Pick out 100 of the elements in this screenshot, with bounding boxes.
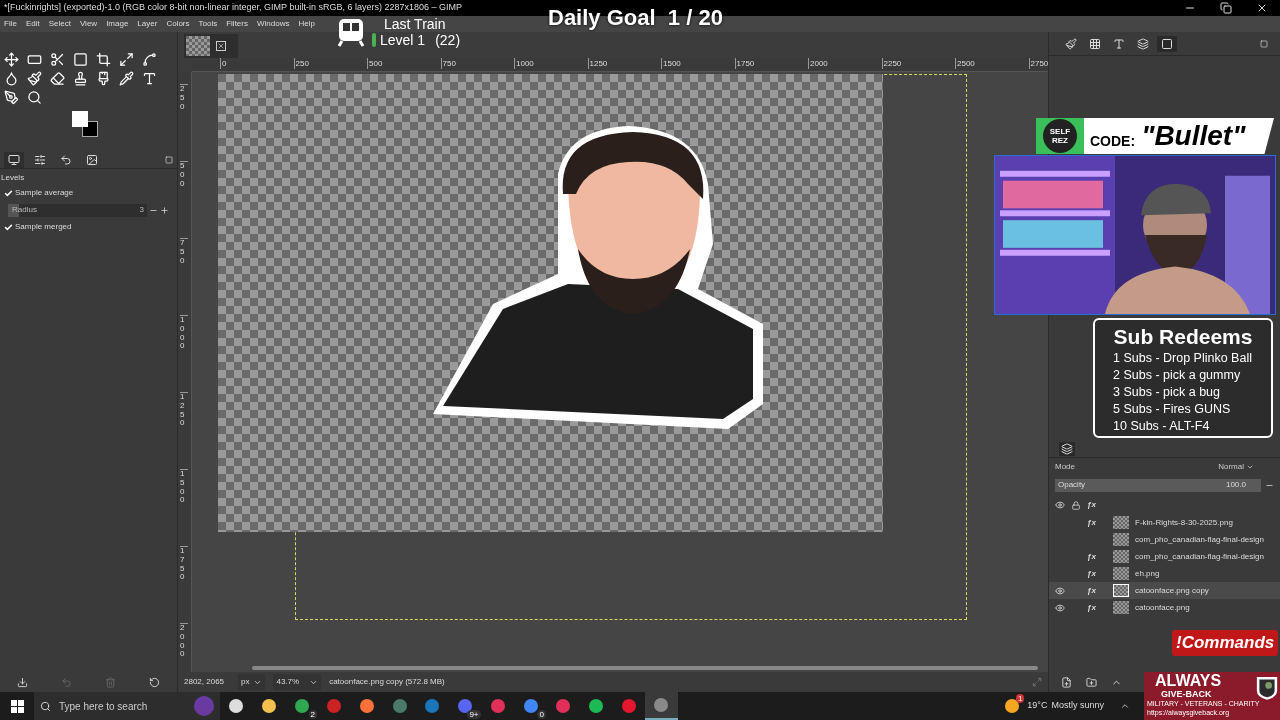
layer-thumbnail <box>1113 550 1129 563</box>
image-tab[interactable] <box>184 34 238 58</box>
color-swatches[interactable] <box>72 111 98 137</box>
app-icon <box>523 699 538 713</box>
effects-header-icon: ƒx <box>1087 499 1096 511</box>
layers-tab[interactable] <box>1059 441 1075 456</box>
images-tab[interactable] <box>1157 35 1177 52</box>
move-icon[interactable] <box>4 52 19 67</box>
checkbox-label: Sample average <box>15 187 74 199</box>
layer-thumbnail <box>1113 567 1129 580</box>
reset-icon[interactable] <box>149 676 161 688</box>
menu-item[interactable]: File <box>4 18 17 30</box>
menu-item[interactable]: Help <box>298 18 315 30</box>
notification-badge: 9+ <box>467 710 481 719</box>
visibility-icon[interactable] <box>1055 585 1065 596</box>
restore-icon[interactable] <box>1220 2 1232 14</box>
effects-icon[interactable]: ƒx <box>1087 601 1096 614</box>
pen-tool-icon[interactable] <box>4 90 19 105</box>
layer-name: com_pho_canadian-flag-final-design <box>1135 550 1264 563</box>
panel-menu-icon[interactable] <box>165 155 173 164</box>
menu-item[interactable]: Colors <box>166 18 190 30</box>
notification-badge: 2 <box>308 710 318 719</box>
unit-dropdown[interactable]: px <box>238 674 266 690</box>
app-icon <box>262 699 277 713</box>
app-icon <box>360 699 375 713</box>
close-tab-icon[interactable] <box>216 41 226 51</box>
panel-title: Levels <box>0 172 26 184</box>
taskbar-app[interactable] <box>644 692 678 720</box>
paintbrush-icon[interactable] <box>96 71 111 86</box>
layer-row[interactable]: ƒx catoonface.png copy <box>1049 582 1280 599</box>
layer-name: eh.png <box>1135 567 1160 580</box>
menu-item[interactable]: Select <box>48 18 71 30</box>
rectangle-select-icon[interactable] <box>27 52 42 67</box>
text-tool-icon[interactable] <box>142 71 157 86</box>
effects-icon[interactable]: ƒx <box>1087 584 1096 597</box>
notification-badge: 1 <box>1015 694 1025 703</box>
window-title: *[Fuckinrights] (exported)-1.0 (RGB color 8-bit non-linear integer, GIMP built-in sRGB, 6 layers) 2287x1806 – GIMP <box>4 1 463 15</box>
layer-row[interactable]: ƒx F-kin-Rights-8-30-2025.png <box>1049 514 1280 531</box>
search-icon[interactable] <box>27 90 42 105</box>
menu-item[interactable]: Layer <box>137 18 158 30</box>
redeem-item: 10 Subs - ALT-F4 <box>1113 418 1211 435</box>
tray-icon[interactable] <box>1120 701 1130 711</box>
scissors-icon[interactable] <box>50 52 65 67</box>
app-icon <box>490 699 505 713</box>
app-icon <box>458 699 473 713</box>
layer-row[interactable]: ƒx catoonface.png <box>1049 599 1280 616</box>
menu-item[interactable]: Windows <box>256 18 290 30</box>
app-icon <box>588 699 603 713</box>
save-icon[interactable] <box>16 676 28 688</box>
checkbox[interactable] <box>4 188 13 198</box>
effects-icon[interactable]: ƒx <box>1087 550 1096 563</box>
visibility-icon[interactable] <box>1055 602 1065 613</box>
taskbar-search-field[interactable]: Type here to search <box>34 692 220 720</box>
app-icon <box>229 699 244 713</box>
stamp-icon[interactable] <box>73 71 88 86</box>
shield-icon <box>1256 675 1278 701</box>
effects-icon[interactable]: ƒx <box>1087 567 1096 580</box>
lock-header-icon <box>1071 500 1081 510</box>
taskbar-app[interactable]: 9+ <box>448 692 482 720</box>
zoom-dropdown[interactable]: 43.7% <box>273 674 322 690</box>
checkbox-label: Sample merged <box>15 221 72 233</box>
menu-item[interactable]: Edit <box>25 18 40 30</box>
eraser-icon[interactable] <box>50 71 65 86</box>
app-icon <box>392 699 407 713</box>
promo-code: "Bullet" <box>1141 122 1246 150</box>
code-label: CODE: <box>1090 132 1136 151</box>
new-group-icon[interactable] <box>1086 676 1097 688</box>
redeem-item: 1 Subs - Drop Plinko Ball <box>1113 350 1253 367</box>
charity-subtitle: GIVE-BACK <box>1160 689 1212 699</box>
tool-options-tab[interactable] <box>4 151 24 168</box>
menu-item[interactable]: Tools <box>198 18 218 30</box>
transform-icon[interactable] <box>119 52 134 67</box>
taskbar-app[interactable]: 2 <box>285 692 319 720</box>
increase-icon[interactable] <box>160 205 169 215</box>
layer-row[interactable]: com_pho_canadian-flag-final-design <box>1049 531 1280 548</box>
menu-item[interactable]: Image <box>106 18 129 30</box>
menu-item[interactable]: Filters <box>226 18 248 30</box>
square-icon[interactable] <box>73 52 88 67</box>
layer-thumbnail <box>1113 584 1129 597</box>
layer-row[interactable]: ƒx eh.png <box>1049 565 1280 582</box>
layer-thumbnail <box>1113 516 1129 529</box>
panel-menu-icon[interactable] <box>1260 39 1268 48</box>
effects-icon[interactable]: ƒx <box>1087 516 1096 529</box>
taskbar-app[interactable]: 0 <box>514 692 547 720</box>
curve-icon[interactable] <box>142 52 157 67</box>
layer-thumbnail <box>1113 601 1129 614</box>
checkbox[interactable] <box>4 222 13 232</box>
layer-row[interactable]: ƒx com_pho_canadian-flag-final-design <box>1049 548 1280 565</box>
new-layer-icon[interactable] <box>1061 676 1072 688</box>
menu-item[interactable]: View <box>79 18 98 30</box>
crop-icon[interactable] <box>96 52 111 67</box>
mode-dropdown[interactable]: Normal <box>1218 461 1254 473</box>
close-icon[interactable] <box>1256 2 1268 14</box>
bucket-icon[interactable] <box>4 71 19 86</box>
temperature: 19°C <box>1027 699 1048 713</box>
radius-slider[interactable]: Radius 3 <box>8 203 147 217</box>
pipette-icon[interactable] <box>119 71 134 86</box>
opacity-slider[interactable]: Opacity 100.0 <box>1055 478 1261 492</box>
brush-icon[interactable] <box>27 71 42 86</box>
weather-icon <box>1005 699 1020 713</box>
